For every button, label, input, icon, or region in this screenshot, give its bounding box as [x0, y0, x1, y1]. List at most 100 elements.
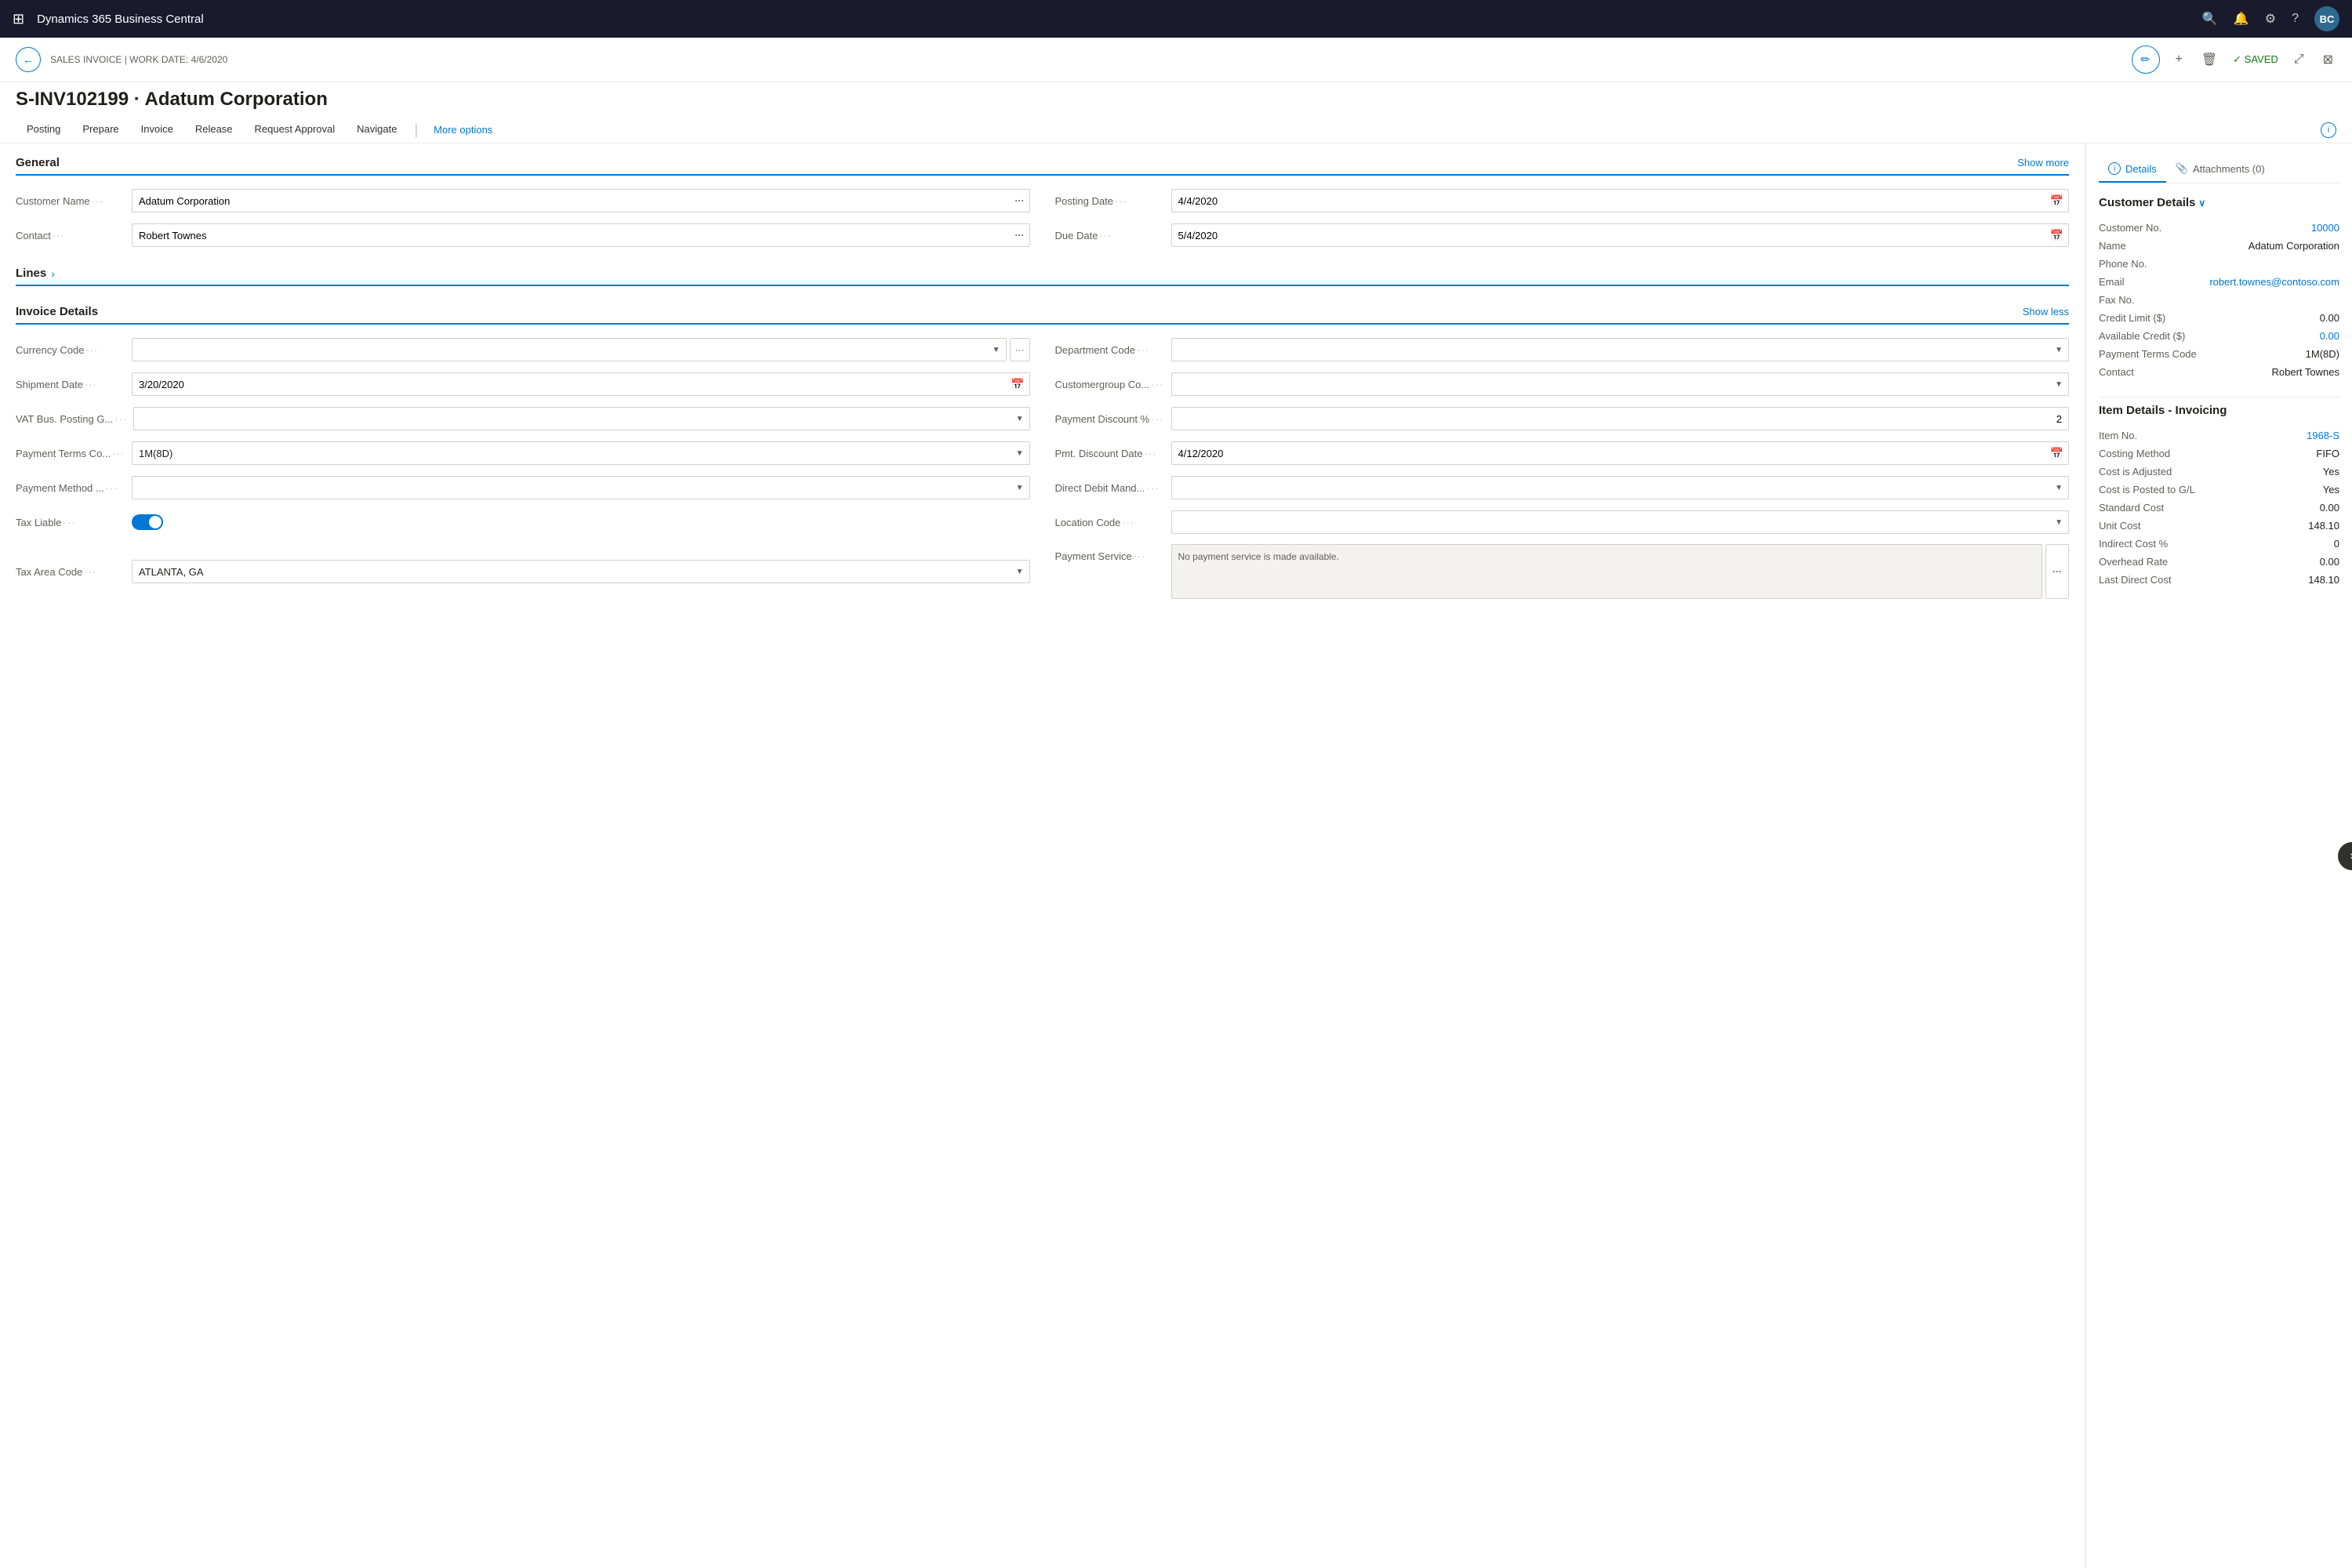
show-more-button[interactable]: Show more — [2017, 157, 2069, 169]
notification-icon[interactable]: 🔔 — [2234, 11, 2249, 27]
avatar[interactable]: BC — [2314, 6, 2339, 31]
tax-area-field: Tax Area Code ··· ATLANTA, GA ▼ — [16, 544, 1030, 599]
shipment-date-calendar-icon[interactable]: 📅 — [1006, 378, 1029, 391]
customergroup-label: Customergroup Co... ··· — [1055, 379, 1165, 390]
payment-discount-input[interactable] — [1172, 413, 2069, 425]
tab-info-icon[interactable]: i — [2321, 122, 2336, 138]
credit-limit-value: 0.00 — [2320, 312, 2339, 324]
department-code-select[interactable] — [1171, 338, 2070, 361]
unit-cost-label: Unit Cost — [2099, 520, 2140, 532]
delete-button[interactable]: 🗑 — [2198, 49, 2220, 71]
due-date-input[interactable] — [1172, 230, 2045, 241]
payment-service-dots-button[interactable]: ··· — [2045, 544, 2069, 599]
payment-terms-code-label: Payment Terms Code — [2099, 348, 2197, 360]
info-circle-icon[interactable]: i — [2321, 122, 2336, 138]
subheader: ← SALES INVOICE | WORK DATE: 4/6/2020 ✏ … — [0, 38, 2352, 82]
help-icon[interactable]: ? — [2292, 12, 2299, 26]
tax-liable-field: Tax Liable ··· — [16, 510, 1030, 535]
due-date-label: Due Date ··· — [1055, 230, 1165, 241]
posting-date-field: Posting Date ··· 📅 — [1055, 188, 2070, 213]
tab-attachments[interactable]: 📎 Attachments (0) — [2166, 156, 2274, 183]
shipment-date-label: Shipment Date ··· — [16, 379, 125, 390]
detail-row-payment-terms-code: Payment Terms Code 1M(8D) — [2099, 345, 2339, 363]
tab-prepare[interactable]: Prepare — [71, 117, 129, 143]
customer-name-label: Customer Name ··· — [16, 195, 125, 207]
detail-row-standard-cost: Standard Cost 0.00 — [2099, 499, 2339, 517]
lines-title: Lines — [16, 267, 46, 280]
expand-button[interactable]: ⤢ — [2291, 49, 2307, 70]
scroll-right-button[interactable]: › — [2338, 842, 2352, 870]
payment-terms-select[interactable]: 1M(8D) — [132, 441, 1030, 465]
direct-debit-field: Direct Debit Mand... ··· ▼ — [1055, 475, 2070, 500]
tab-invoice[interactable]: Invoice — [130, 117, 184, 143]
contact-input[interactable] — [132, 230, 1011, 241]
contact-right-value: Robert Townes — [2272, 366, 2339, 378]
detail-row-contact: Contact Robert Townes — [2099, 363, 2339, 381]
collapse-button[interactable]: ⊠ — [2320, 49, 2336, 71]
detail-row-name: Name Adatum Corporation — [2099, 237, 2339, 255]
customergroup-select[interactable] — [1171, 372, 2070, 396]
customer-details-chevron-icon[interactable]: ∨ — [2198, 198, 2205, 209]
back-button[interactable]: ← — [16, 47, 41, 72]
vat-bus-select[interactable] — [133, 407, 1029, 430]
attachments-icon: 📎 — [2176, 162, 2188, 175]
add-button[interactable]: + — [2172, 49, 2186, 70]
detail-row-overhead-rate: Overhead Rate 0.00 — [2099, 553, 2339, 571]
customergroup-field: Customergroup Co... ··· ▼ — [1055, 372, 2070, 397]
customer-name-input[interactable] — [132, 195, 1011, 207]
payment-method-select[interactable] — [132, 476, 1030, 499]
customer-no-label: Customer No. — [2099, 222, 2161, 234]
tax-liable-toggle[interactable] — [132, 514, 163, 530]
customer-details-title: Customer Details ∨ — [2099, 196, 2339, 209]
posting-date-calendar-icon[interactable]: 📅 — [2045, 194, 2068, 208]
currency-code-select[interactable] — [132, 338, 1007, 361]
invoice-details-section: Invoice Details Show less Currency Code … — [16, 305, 2069, 599]
location-code-label: Location Code ··· — [1055, 517, 1165, 528]
lines-section: Lines › — [16, 267, 2069, 286]
waffle-icon[interactable]: ⊞ — [13, 11, 24, 27]
tax-area-select[interactable]: ATLANTA, GA — [132, 560, 1030, 583]
customer-name-field: Customer Name ··· ··· — [16, 188, 1030, 213]
detail-row-cost-adjusted: Cost is Adjusted Yes — [2099, 463, 2339, 481]
available-credit-value[interactable]: 0.00 — [2320, 330, 2339, 342]
direct-debit-select[interactable] — [1171, 476, 2070, 499]
tab-more-options[interactable]: More options — [434, 124, 492, 136]
tab-posting[interactable]: Posting — [16, 117, 71, 143]
pmt-discount-date-label: Pmt. Discount Date ··· — [1055, 448, 1165, 459]
tab-details[interactable]: i Details — [2099, 156, 2166, 183]
location-code-select[interactable] — [1171, 510, 2070, 534]
tab-release[interactable]: Release — [184, 117, 244, 143]
search-icon[interactable]: 🔍 — [2202, 11, 2218, 27]
email-label: Email — [2099, 276, 2125, 288]
pmt-discount-date-input[interactable] — [1172, 448, 2045, 459]
unit-cost-value: 148.10 — [2308, 520, 2339, 532]
payment-service-text: No payment service is made available. — [1171, 544, 2043, 599]
item-no-value[interactable]: 1968-S — [2307, 430, 2339, 441]
subheader-actions: ✏ + 🗑 ✓ SAVED ⤢ ⊠ — [2132, 45, 2337, 74]
shipment-date-input[interactable] — [132, 379, 1006, 390]
tab-navigate[interactable]: Navigate — [346, 117, 408, 143]
standard-cost-value: 0.00 — [2320, 502, 2339, 514]
tab-request-approval[interactable]: Request Approval — [244, 117, 347, 143]
contact-dots-button[interactable]: ··· — [1011, 230, 1029, 241]
due-date-field: Due Date ··· 📅 — [1055, 223, 2070, 248]
lines-header[interactable]: Lines › — [16, 267, 2069, 286]
posting-date-input[interactable] — [1172, 195, 2045, 207]
tab-bar: Posting Prepare Invoice Release Request … — [0, 111, 2352, 143]
currency-code-dots-button[interactable]: ··· — [1010, 338, 1030, 361]
settings-icon[interactable]: ⚙ — [2265, 11, 2276, 27]
payment-service-label: Payment Service ··· — [1055, 550, 1165, 562]
show-less-button[interactable]: Show less — [2023, 306, 2069, 318]
email-value[interactable]: robert.townes@contoso.com — [2209, 276, 2339, 288]
pmt-discount-date-calendar-icon[interactable]: 📅 — [2045, 447, 2068, 460]
edit-button[interactable]: ✏ — [2132, 45, 2160, 74]
contact-label: Contact ··· — [16, 230, 125, 241]
left-panel: General Show more Customer Name ··· ··· — [0, 143, 2085, 1568]
customer-name-dots-button[interactable]: ··· — [1011, 195, 1029, 206]
detail-row-indirect-cost: Indirect Cost % 0 — [2099, 535, 2339, 553]
customer-no-value[interactable]: 10000 — [2311, 222, 2339, 234]
invoice-details-form: Currency Code ··· ▼ ··· — [16, 337, 2069, 599]
department-code-field: Department Code ··· ▼ — [1055, 337, 2070, 362]
cost-posted-value: Yes — [2323, 484, 2339, 495]
due-date-calendar-icon[interactable]: 📅 — [2045, 229, 2068, 242]
